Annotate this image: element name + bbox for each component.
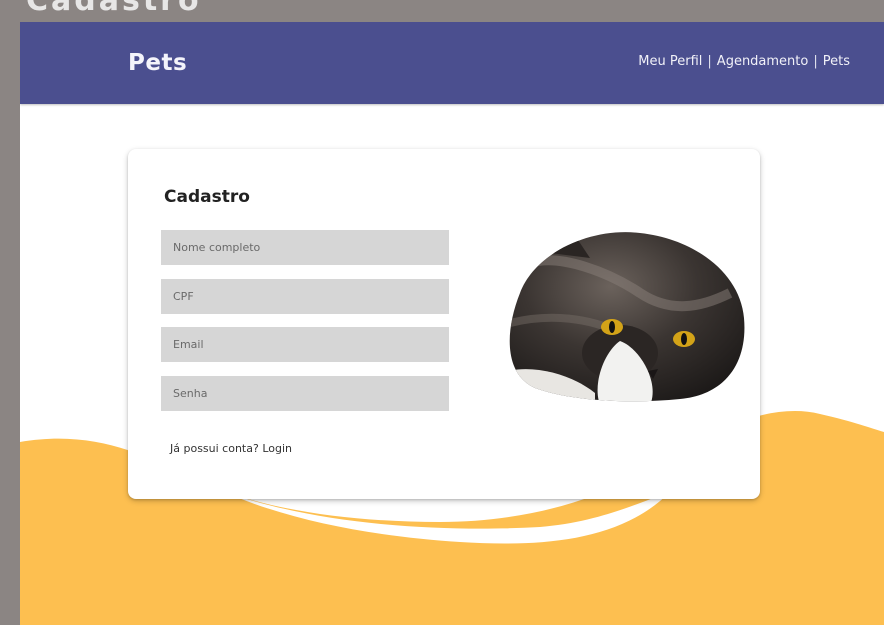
nav-separator: | [707, 54, 712, 69]
login-prompt-text: Já possui conta? [170, 442, 259, 455]
nav-link-pets[interactable]: Pets [823, 54, 850, 69]
signup-card: Cadastro Já possui conta? Login [128, 149, 760, 499]
nav-link-my-profile[interactable]: Meu Perfil [638, 54, 702, 69]
brand-logo-text[interactable]: Pets [128, 50, 187, 76]
screen-frame: Cadastro Pets Meu Perfil | Agendamento |… [0, 0, 884, 625]
login-prompt-line: Já possui conta? Login [170, 442, 292, 455]
top-navbar: Pets Meu Perfil | Agendamento | Pets [20, 22, 884, 104]
card-title: Cadastro [164, 187, 250, 207]
app-window: Pets Meu Perfil | Agendamento | Pets Cad… [20, 22, 884, 625]
nav-separator: | [813, 54, 818, 69]
full-name-input[interactable] [161, 230, 449, 265]
cropped-window-title: Cadastro [26, 0, 202, 18]
password-input[interactable] [161, 376, 449, 411]
cpf-input[interactable] [161, 279, 449, 314]
nav-links: Meu Perfil | Agendamento | Pets [638, 54, 850, 69]
cat-image-svg [509, 232, 745, 402]
cat-photo [500, 223, 746, 405]
email-input[interactable] [161, 327, 449, 362]
nav-link-scheduling[interactable]: Agendamento [717, 54, 809, 69]
login-link[interactable]: Login [262, 442, 292, 455]
